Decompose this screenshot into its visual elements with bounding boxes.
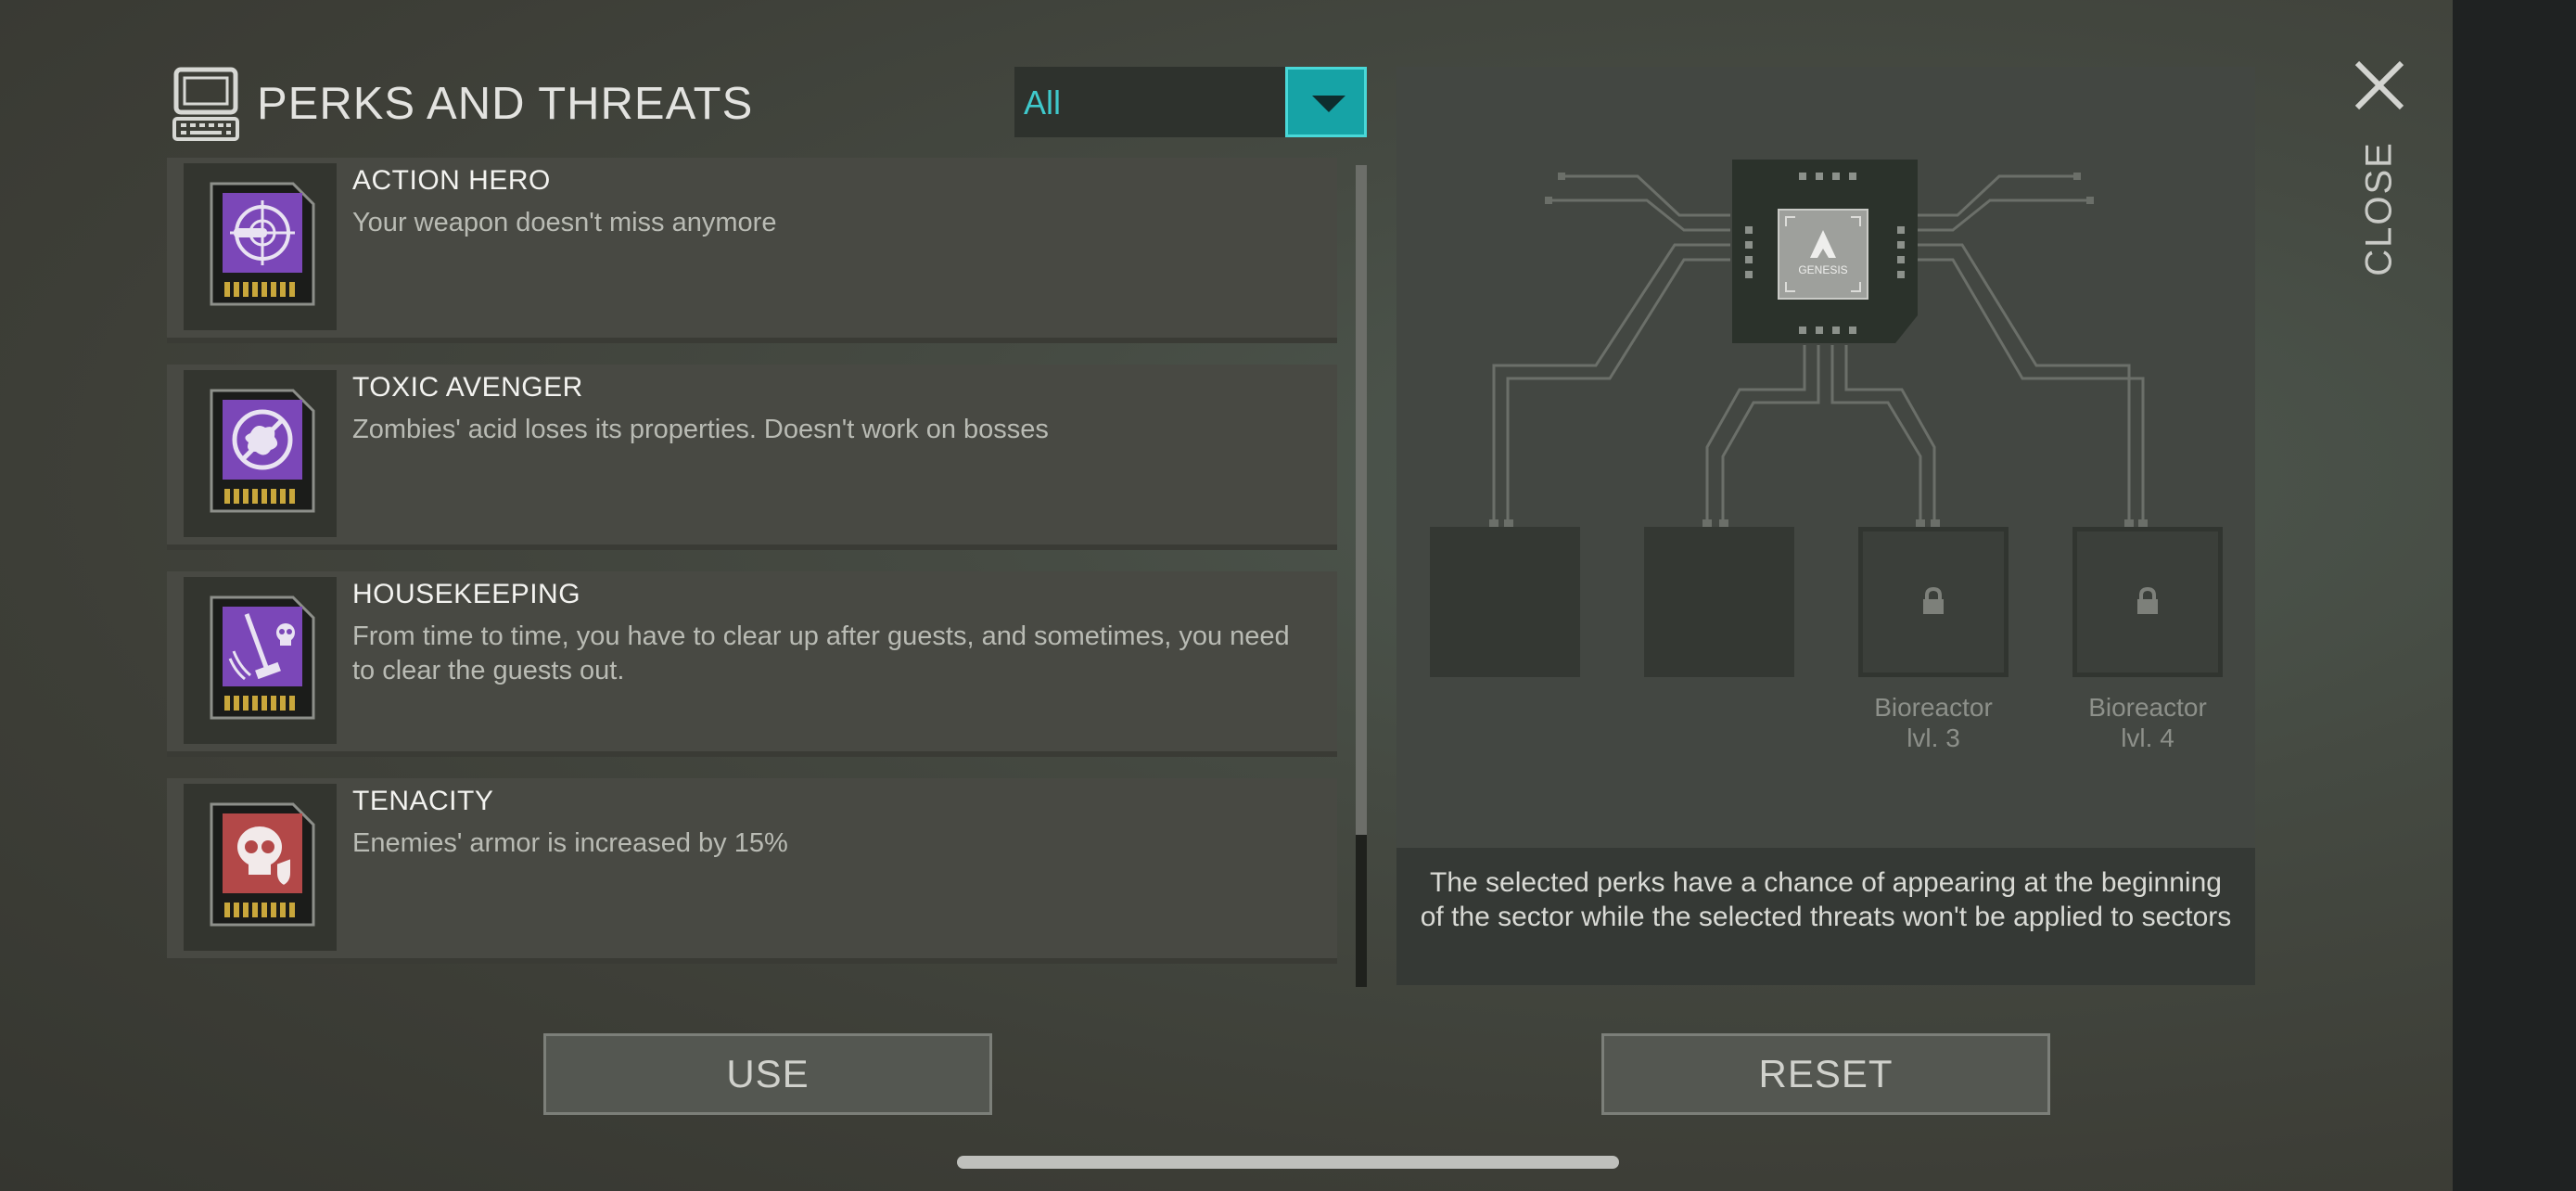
perk-slot-3-locked[interactable] [1858,527,2009,677]
close-icon[interactable] [2352,58,2407,113]
filter-dropdown[interactable]: All [1014,67,1367,137]
slot-4-label-line2: lvl. 4 [2121,724,2174,752]
perk-card-icon [184,163,337,330]
chip-label: GENESIS [1798,263,1847,276]
list-item[interactable]: ACTION HERO Your weapon doesn't miss any… [167,158,1337,343]
circuit-board-diagram: GENESIS [1489,160,2148,527]
mop-skull-icon [210,596,315,720]
perk-name: ACTION HERO [352,165,551,196]
perk-card-icon [184,370,337,537]
perk-name: TENACITY [352,786,494,816]
perk-description: Zombies' acid loses its properties. Does… [352,415,1049,444]
slot-4-label-line1: Bioreactor [2088,693,2207,722]
slot-3-label-line2: lvl. 3 [1906,724,1960,752]
list-item[interactable]: TOXIC AVENGER Zombies' acid loses its pr… [167,365,1337,550]
list-item[interactable]: HOUSEKEEPING From time to time, you have… [167,571,1337,757]
perk-slot-2[interactable] [1644,527,1794,677]
slot-4-label: Bioreactor lvl. 4 [2055,692,2240,753]
slot-3-label-line1: Bioreactor [1874,693,1993,722]
list-item[interactable]: TENACITY Enemies' armor is increased by … [167,778,1337,964]
dropdown-toggle-button[interactable] [1285,67,1367,137]
perk-description: Enemies' armor is increased by 15% [352,828,788,858]
skull-shield-icon [210,802,315,927]
right-edge-strip [2453,0,2576,1191]
chevron-down-icon [1312,96,1345,112]
reset-button[interactable]: RESET [1601,1033,2050,1115]
perk-slot-1[interactable] [1430,527,1580,677]
crosshair-bullet-icon [210,182,315,306]
acid-splash-blocked-icon [210,389,315,513]
perks-list[interactable]: ACTION HERO Your weapon doesn't miss any… [167,158,1337,985]
scrollbar-thumb[interactable] [1356,165,1367,835]
page-title: PERKS AND THREATS [257,79,754,129]
perk-slot-4-locked[interactable] [2072,527,2223,677]
lock-icon [1923,587,1944,614]
filter-selected-value: All [1024,83,1062,122]
panel-info-text: The selected perks have a chance of appe… [1420,867,2232,932]
close-label: CLOSE [2358,141,2400,276]
close-button[interactable]: CLOSE [2352,141,2407,276]
lock-icon [2137,587,2158,614]
slot-3-label: Bioreactor lvl. 3 [1841,692,2026,753]
computer-icon [172,67,239,143]
perk-name: HOUSEKEEPING [352,579,581,609]
perk-description: Your weapon doesn't miss anymore [352,208,777,237]
perk-description: From time to time, you have to clear up … [352,621,1290,685]
perk-card-icon [184,577,337,744]
perk-name: TOXIC AVENGER [352,372,583,403]
threat-card-icon [184,784,337,951]
home-indicator[interactable] [957,1156,1619,1169]
use-button[interactable]: USE [543,1033,992,1115]
